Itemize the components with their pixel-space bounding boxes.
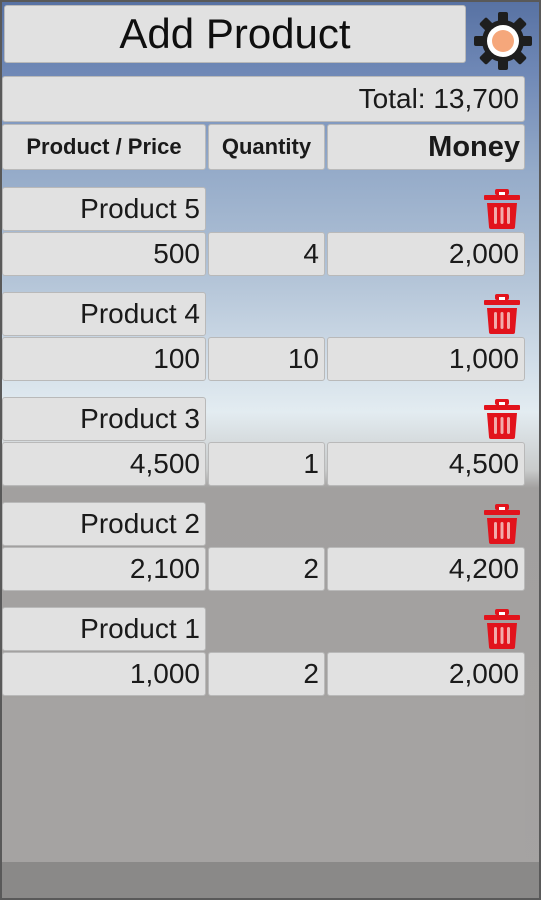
delete-product-button[interactable] xyxy=(484,609,520,649)
column-header-quantity: Quantity xyxy=(208,124,325,170)
delete-product-button[interactable] xyxy=(484,504,520,544)
trash-icon xyxy=(484,294,520,334)
delete-product-button[interactable] xyxy=(484,399,520,439)
delete-product-button[interactable] xyxy=(484,189,520,229)
delete-product-button[interactable] xyxy=(484,294,520,334)
total-display: Total: 13,700 xyxy=(2,76,525,122)
price-field[interactable]: 500 xyxy=(2,232,206,276)
price-field[interactable]: 100 xyxy=(2,337,206,381)
column-header-product-price: Product / Price xyxy=(2,124,206,170)
gear-icon xyxy=(474,12,532,70)
trash-icon xyxy=(484,504,520,544)
list-scroll-area xyxy=(2,698,525,862)
quantity-field[interactable]: 1 xyxy=(208,442,325,486)
trash-icon xyxy=(484,609,520,649)
scene-background: Add Product Total: 13,700 Product / Pric… xyxy=(2,2,539,898)
money-value: 4,200 xyxy=(327,547,525,591)
trash-icon xyxy=(484,189,520,229)
quantity-field[interactable]: 2 xyxy=(208,547,325,591)
app-window: Add Product Total: 13,700 Product / Pric… xyxy=(0,0,541,900)
money-value: 4,500 xyxy=(327,442,525,486)
product-name-field[interactable]: Product 5 xyxy=(2,187,206,231)
product-name-field[interactable]: Product 4 xyxy=(2,292,206,336)
money-value: 2,000 xyxy=(327,232,525,276)
quantity-field[interactable]: 2 xyxy=(208,652,325,696)
product-name-field[interactable]: Product 3 xyxy=(2,397,206,441)
bottom-bar xyxy=(2,862,539,898)
product-name-field[interactable]: Product 1 xyxy=(2,607,206,651)
price-field[interactable]: 2,100 xyxy=(2,547,206,591)
product-name-field[interactable]: Product 2 xyxy=(2,502,206,546)
quantity-field[interactable]: 4 xyxy=(208,232,325,276)
money-value: 2,000 xyxy=(327,652,525,696)
add-product-button[interactable]: Add Product xyxy=(4,5,466,63)
price-field[interactable]: 4,500 xyxy=(2,442,206,486)
settings-button[interactable] xyxy=(472,10,534,72)
money-value: 1,000 xyxy=(327,337,525,381)
column-header-money: Money xyxy=(327,124,525,170)
price-field[interactable]: 1,000 xyxy=(2,652,206,696)
quantity-field[interactable]: 10 xyxy=(208,337,325,381)
trash-icon xyxy=(484,399,520,439)
